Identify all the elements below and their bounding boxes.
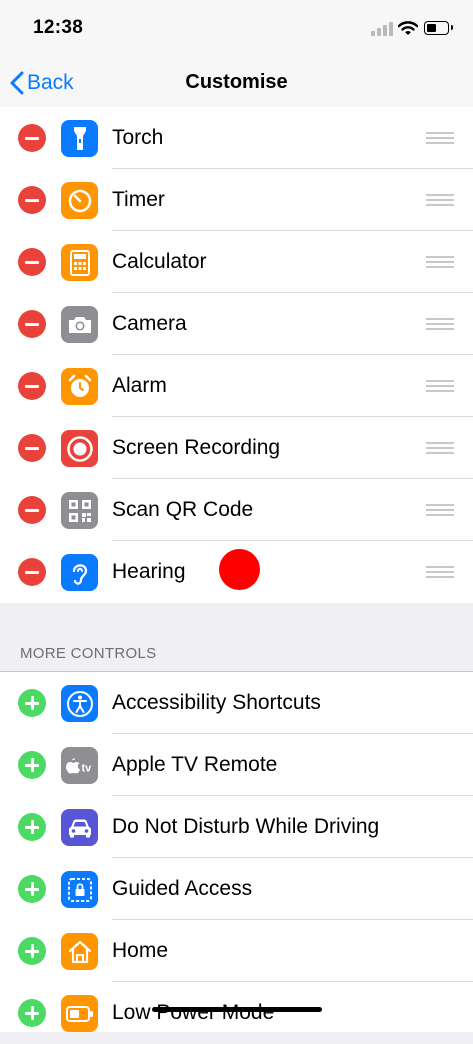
status-bar: 12:38: [0, 0, 473, 58]
control-label: Timer: [112, 188, 165, 211]
list-item: Low Power Mode: [0, 982, 473, 1044]
list-item: Screen Recording: [0, 417, 473, 479]
add-control-button[interactable]: [18, 875, 46, 903]
qr-code-icon: [61, 492, 98, 529]
status-time: 12:38: [33, 17, 84, 38]
reorder-handle[interactable]: [426, 442, 454, 454]
apple-tv-icon: tv: [61, 747, 98, 784]
control-label: Torch: [112, 126, 164, 149]
reorder-handle[interactable]: [426, 256, 454, 268]
reorder-handle[interactable]: [426, 132, 454, 144]
list-item: Torch: [0, 107, 473, 169]
list-item: Do Not Disturb While Driving: [0, 796, 473, 858]
control-label: Hearing: [112, 560, 186, 583]
control-label: Do Not Disturb While Driving: [112, 815, 380, 838]
included-controls-list: Torch Timer Calculator Camera Alarm Scre…: [0, 107, 473, 603]
list-item: tv Apple TV Remote: [0, 734, 473, 796]
control-label: Screen Recording: [112, 436, 281, 459]
svg-text:tv: tv: [81, 762, 92, 774]
add-control-button[interactable]: [18, 689, 46, 717]
calculator-icon: [61, 244, 98, 281]
remove-control-button[interactable]: [18, 186, 46, 214]
record-icon: [61, 430, 98, 467]
reorder-handle[interactable]: [426, 380, 454, 392]
list-item: Accessibility Shortcuts: [0, 672, 473, 734]
remove-control-button[interactable]: [18, 496, 46, 524]
add-control-button[interactable]: [18, 937, 46, 965]
add-control-button[interactable]: [18, 751, 46, 779]
battery-icon: [61, 995, 98, 1032]
control-label: Calculator: [112, 250, 207, 273]
add-control-button[interactable]: [18, 999, 46, 1027]
list-item: Scan QR Code: [0, 479, 473, 541]
more-controls-list: Accessibility Shortcuts tv Apple TV Remo…: [0, 671, 473, 1032]
remove-control-button[interactable]: [18, 124, 46, 152]
cellular-signal-icon: [371, 22, 393, 36]
control-label: Scan QR Code: [112, 498, 254, 521]
remove-control-button[interactable]: [18, 558, 46, 586]
battery-status-icon: [424, 21, 453, 35]
remove-control-button[interactable]: [18, 434, 46, 462]
control-label: Apple TV Remote: [112, 753, 278, 776]
home-icon: [61, 933, 98, 970]
remove-control-button[interactable]: [18, 372, 46, 400]
control-label: Home: [112, 939, 169, 962]
reorder-handle[interactable]: [426, 566, 454, 578]
control-label: Accessibility Shortcuts: [112, 691, 321, 714]
ear-icon: [61, 554, 98, 591]
car-icon: [61, 809, 98, 846]
list-item: Calculator: [0, 231, 473, 293]
control-label: Low Power Mode: [112, 1001, 275, 1024]
add-control-button[interactable]: [18, 813, 46, 841]
page-title: Customise: [185, 71, 288, 93]
control-label: Alarm: [112, 374, 167, 397]
camera-icon: [61, 306, 98, 343]
list-item: Camera: [0, 293, 473, 355]
control-label: Guided Access: [112, 877, 253, 900]
touch-indicator: [219, 549, 260, 590]
list-item: Home: [0, 920, 473, 982]
reorder-handle[interactable]: [426, 318, 454, 330]
list-item: Timer: [0, 169, 473, 231]
timer-icon: [61, 182, 98, 219]
home-indicator: [152, 1007, 322, 1012]
remove-control-button[interactable]: [18, 310, 46, 338]
list-item: Guided Access: [0, 858, 473, 920]
navigation-bar: Back Customise: [0, 58, 473, 111]
list-item: Alarm: [0, 355, 473, 417]
alarm-clock-icon: [61, 368, 98, 405]
reorder-handle[interactable]: [426, 194, 454, 206]
guided-access-lock-icon: [61, 871, 98, 908]
flashlight-icon: [61, 120, 98, 157]
wifi-icon: [398, 21, 418, 35]
reorder-handle[interactable]: [426, 504, 454, 516]
more-controls-header: MORE CONTROLS: [20, 645, 157, 662]
remove-control-button[interactable]: [18, 248, 46, 276]
control-label: Camera: [112, 312, 187, 335]
accessibility-icon: [61, 685, 98, 722]
